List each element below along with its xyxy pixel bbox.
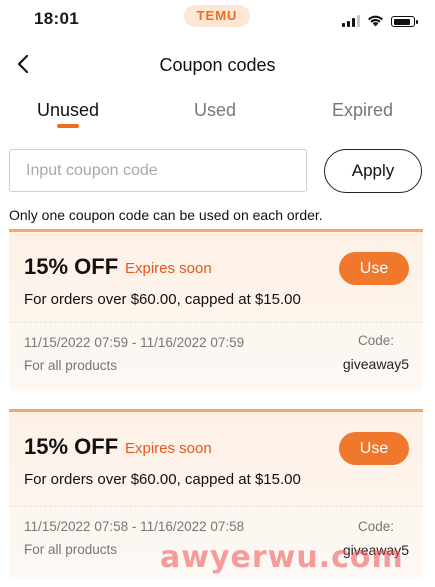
status-time: 18:01 [34,9,79,28]
status-icons [342,11,418,27]
page-title: Coupon codes [159,55,276,75]
coupon-code-label: Code: [357,333,394,348]
battery-icon [391,16,418,27]
wifi-icon [368,15,383,27]
tab-used[interactable]: Used [194,100,236,121]
coupon-card: 15% OFF Expires soon Use For orders over… [9,229,423,391]
tab-unused[interactable]: Unused [37,100,99,121]
coupon-card-header: 15% OFF Expires soon Use For orders over… [9,412,423,500]
use-coupon-button[interactable]: Use [339,432,409,465]
coupon-discount: 15% OFF [24,434,119,459]
coupon-code-value: giveaway5 [342,356,409,372]
coupon-valid-range: 11/15/2022 07:59 - 11/16/2022 07:59 [24,335,245,350]
cellular-signal-icon [342,15,360,27]
coupon-card: 15% OFF Expires soon Use For orders over… [9,409,423,579]
coupon-card-details: 11/15/2022 07:58 - 11/16/2022 07:58 For … [9,506,423,579]
coupon-valid-range: 11/15/2022 07:58 - 11/16/2022 07:58 [24,519,245,534]
coupon-expiry-status: Expires soon [125,440,212,457]
apply-button[interactable]: Apply [324,149,422,193]
coupon-card-details: 11/15/2022 07:59 - 11/16/2022 07:59 For … [9,322,423,391]
coupon-code-input[interactable] [9,149,307,192]
coupon-discount: 15% OFF [24,254,119,279]
coupon-code-label: Code: [357,519,394,534]
active-tab-indicator [57,124,79,128]
coupon-expiry-status: Expires soon [125,260,212,277]
tab-expired[interactable]: Expired [332,100,393,121]
coupon-scope: For all products [24,358,118,373]
tab-bar: Unused Used Expired [0,100,435,134]
coupon-notice: Only one coupon code can be used on each… [9,207,323,223]
status-bar: 18:01 TEMU [0,0,435,38]
coupon-card-header: 15% OFF Expires soon Use For orders over… [9,232,423,320]
brand-logo: TEMU [184,5,250,27]
use-coupon-button[interactable]: Use [339,252,409,285]
coupon-scope: For all products [24,542,118,557]
coupon-code-value: giveaway5 [342,542,409,558]
coupon-condition: For orders over $60.00, capped at $15.00 [24,291,301,308]
coupon-condition: For orders over $60.00, capped at $15.00 [24,471,301,488]
